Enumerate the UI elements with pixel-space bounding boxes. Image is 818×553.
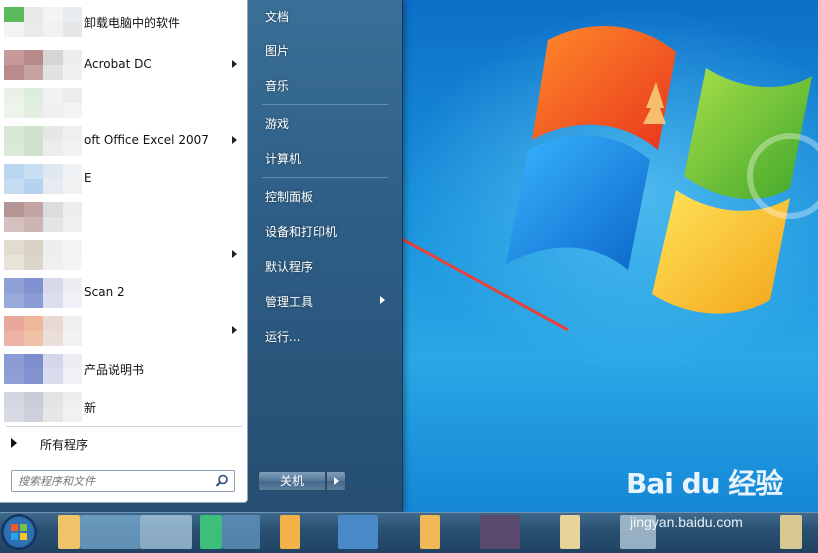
- menu-item-label: 控制面板: [265, 190, 314, 204]
- menu-item-label: 图片: [265, 44, 290, 58]
- menu-item-label: 音乐: [265, 79, 290, 93]
- program-icon: [4, 354, 82, 384]
- shutdown-group: 关机: [258, 471, 346, 491]
- submenu-arrow-icon: [232, 136, 237, 144]
- menu-item-label: 游戏: [265, 117, 290, 131]
- menu-item-label: 默认程序: [265, 260, 314, 274]
- program-item[interactable]: Scan 2: [0, 274, 247, 311]
- start-menu-program-list: 卸载电脑中的软件 Acrobat DC oft Office Excel 200…: [0, 0, 248, 503]
- program-item[interactable]: [0, 236, 247, 273]
- shutdown-options-button[interactable]: [326, 471, 346, 491]
- taskbar-app-icon[interactable]: [560, 515, 580, 549]
- program-icon: [4, 126, 82, 156]
- menu-item-label: 计算机: [265, 152, 302, 166]
- program-icon: [4, 278, 82, 308]
- program-item[interactable]: [0, 198, 247, 235]
- watermark-logo: Bai du 经验: [626, 467, 783, 500]
- submenu-arrow-icon: [380, 296, 385, 304]
- search-box[interactable]: [11, 470, 235, 492]
- taskbar-app-icon[interactable]: [420, 515, 440, 549]
- taskbar-app-icon[interactable]: [222, 515, 260, 549]
- program-icon: [4, 316, 82, 346]
- menu-item-run[interactable]: 运行...: [256, 320, 390, 350]
- program-label: E: [84, 171, 92, 185]
- program-item[interactable]: 卸载电脑中的软件: [0, 3, 247, 40]
- program-icon: [4, 202, 82, 232]
- submenu-arrow-icon: [232, 326, 237, 334]
- menu-item-label: 管理工具: [265, 295, 314, 309]
- program-icon: [4, 88, 82, 118]
- menu-item-devices-printers[interactable]: 设备和打印机: [256, 215, 390, 245]
- shutdown-button[interactable]: 关机: [258, 471, 326, 491]
- program-icon: [4, 164, 82, 194]
- start-menu: 卸载电脑中的软件 Acrobat DC oft Office Excel 200…: [0, 0, 403, 512]
- taskbar-app-icon[interactable]: [280, 515, 300, 549]
- taskbar-app-icon[interactable]: [80, 515, 140, 549]
- taskbar-app-icon[interactable]: [200, 515, 222, 549]
- start-orb-icon[interactable]: [0, 512, 38, 552]
- program-icon: [4, 240, 82, 270]
- taskbar-app-icon[interactable]: [58, 515, 80, 549]
- taskbar-app-icon[interactable]: [480, 515, 520, 549]
- program-item[interactable]: [0, 84, 247, 121]
- menu-item-music[interactable]: 音乐: [256, 69, 390, 99]
- all-programs-label: 所有程序: [40, 438, 89, 452]
- baidu-jingyan-watermark: Bai du 经验 jingyan.baidu.com: [626, 462, 812, 532]
- program-item[interactable]: [0, 312, 247, 349]
- program-label: 新: [84, 401, 97, 415]
- menu-item-default-programs[interactable]: 默认程序: [256, 250, 390, 280]
- menu-item-control-panel[interactable]: 控制面板: [256, 180, 390, 210]
- menu-item-games[interactable]: 游戏: [256, 107, 390, 137]
- program-icon: [4, 392, 82, 422]
- taskbar-app-icon[interactable]: [338, 515, 378, 549]
- program-icon: [4, 7, 82, 37]
- program-label: oft Office Excel 2007: [84, 133, 209, 147]
- program-item[interactable]: Acrobat DC: [0, 46, 247, 83]
- program-label: Scan 2: [84, 285, 125, 299]
- search-icon[interactable]: [215, 474, 229, 488]
- program-item[interactable]: 产品说明书: [0, 350, 247, 387]
- submenu-arrow-icon: [232, 250, 237, 258]
- program-item[interactable]: oft Office Excel 2007: [0, 122, 247, 159]
- divider: [262, 177, 388, 178]
- program-label: 卸载电脑中的软件: [84, 16, 181, 30]
- program-item[interactable]: E: [0, 160, 247, 197]
- divider: [262, 104, 388, 105]
- menu-item-label: 运行...: [265, 330, 301, 344]
- watermark-url: jingyan.baidu.com: [630, 514, 743, 530]
- menu-item-label: 设备和打印机: [265, 225, 338, 239]
- menu-item-label: 文档: [265, 10, 290, 24]
- menu-item-documents[interactable]: 文档: [256, 0, 390, 30]
- program-label: Acrobat DC: [84, 57, 152, 71]
- search-input[interactable]: [16, 472, 210, 490]
- menu-item-admin-tools[interactable]: 管理工具: [256, 285, 390, 315]
- program-icon: [4, 50, 82, 80]
- divider: [6, 426, 242, 427]
- menu-item-pictures[interactable]: 图片: [256, 34, 390, 64]
- submenu-arrow-icon: [232, 60, 237, 68]
- menu-item-computer[interactable]: 计算机: [256, 142, 390, 172]
- all-programs-button[interactable]: 所有程序: [0, 430, 247, 456]
- expand-arrow-icon: [11, 438, 17, 448]
- taskbar-app-icon[interactable]: [140, 515, 192, 549]
- program-item[interactable]: 新: [0, 388, 247, 425]
- program-label: 产品说明书: [84, 363, 145, 377]
